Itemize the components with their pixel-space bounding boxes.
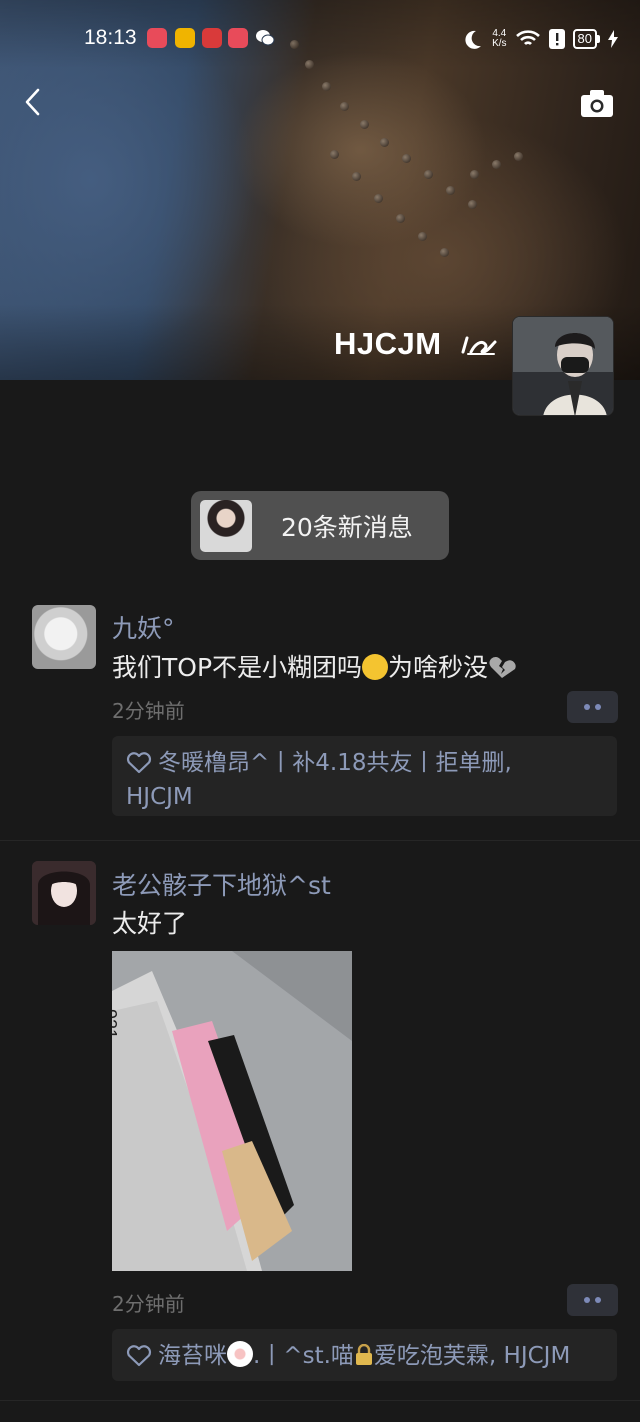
more-dot bbox=[584, 704, 590, 710]
post-time: 2分钟前 bbox=[112, 1292, 185, 1316]
wifi-icon bbox=[515, 30, 540, 46]
profile-name[interactable]: HJCJM bbox=[334, 326, 442, 362]
net-speed-unit: K/s bbox=[492, 38, 507, 49]
new-messages-button[interactable]: 20条新消息 bbox=[191, 491, 449, 560]
more-dot bbox=[595, 1297, 601, 1303]
lock-icon bbox=[355, 1344, 372, 1365]
post-divider bbox=[0, 840, 640, 841]
likes-names[interactable]: 海苔咪 bbox=[158, 1343, 227, 1369]
likes-names[interactable]: 爱吃泡芙霖, HJCJM bbox=[374, 1343, 570, 1369]
status-right: 4.4 K/s 80 bbox=[462, 26, 618, 52]
post-username[interactable]: 老公骸子下地狱^st bbox=[112, 866, 331, 902]
likes-box: 冬暖橹昂^丨补4.18共友丨拒单删, HJCJM bbox=[112, 736, 617, 816]
signature-icon bbox=[461, 336, 497, 355]
post-text-part: 为啥秒没 bbox=[388, 653, 489, 682]
profile-avatar[interactable] bbox=[512, 316, 614, 416]
weibo-icon bbox=[175, 28, 195, 48]
post-text: 太好了 bbox=[112, 909, 188, 938]
post-avatar[interactable] bbox=[32, 861, 96, 925]
heart-icon bbox=[126, 1345, 152, 1367]
likes-box: 海苔咪 .丨^st.喵 爱吃泡芙霖, HJCJM bbox=[112, 1329, 617, 1381]
battery-indicator: 80 bbox=[572, 29, 600, 49]
likes-names[interactable]: .丨^st.喵 bbox=[253, 1343, 354, 1369]
photo-content bbox=[112, 951, 352, 1271]
heart-icon bbox=[126, 752, 152, 774]
wechat-icon bbox=[255, 28, 275, 48]
post-time: 2分钟前 bbox=[112, 699, 185, 723]
likes-names[interactable]: 冬暖橹昂^丨补4.18共友丨拒单删, bbox=[158, 750, 512, 776]
notification-app-icon bbox=[147, 28, 167, 48]
post-more-button[interactable] bbox=[567, 1284, 618, 1316]
post-divider bbox=[0, 1400, 640, 1401]
post-avatar[interactable] bbox=[32, 605, 96, 669]
post-more-button[interactable] bbox=[567, 691, 618, 723]
broken-heart-icon bbox=[489, 656, 516, 678]
more-dot bbox=[584, 1297, 590, 1303]
new-message-avatar bbox=[200, 499, 252, 552]
camera-icon[interactable] bbox=[580, 88, 614, 118]
crying-emoji-icon bbox=[362, 654, 389, 680]
more-dot bbox=[595, 704, 601, 710]
status-time: 18:13 bbox=[84, 26, 137, 49]
battery-level: 80 bbox=[572, 29, 597, 49]
photo-label: 921 bbox=[112, 1009, 120, 1040]
post-text: 我们TOP不是小糊团吗 为啥秒没 bbox=[112, 648, 516, 684]
battery-nub bbox=[597, 35, 600, 43]
avatar-photo bbox=[513, 317, 613, 415]
flower-emoji-icon bbox=[227, 1341, 253, 1367]
charging-icon bbox=[608, 30, 618, 48]
shopping-app-icon bbox=[202, 28, 222, 48]
post-username[interactable]: 九妖° bbox=[112, 609, 175, 645]
post-photo[interactable]: 921 bbox=[112, 951, 352, 1271]
new-messages-label: 20条新消息 bbox=[281, 512, 413, 542]
notification-app-icon bbox=[228, 28, 248, 48]
sim-alert-icon bbox=[548, 29, 565, 49]
post-text-part: 我们TOP不是小糊团吗 bbox=[112, 653, 363, 682]
likes-names[interactable]: HJCJM bbox=[126, 784, 193, 810]
status-bar: 18:13 4.4 K/s 80 bbox=[0, 24, 640, 54]
back-icon[interactable] bbox=[18, 86, 50, 118]
avatar-photo bbox=[32, 861, 96, 925]
net-speed: 4.4 K/s bbox=[492, 29, 506, 49]
moon-icon bbox=[465, 30, 482, 49]
